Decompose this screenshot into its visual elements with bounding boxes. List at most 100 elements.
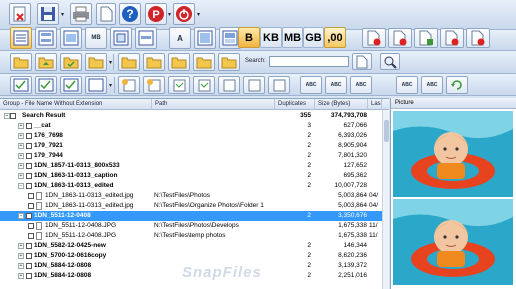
abc-invert-button[interactable]: ABC — [350, 76, 372, 94]
select-newest-button[interactable] — [35, 76, 57, 94]
group-row[interactable]: +1DN_5700-12-0616copy 2 8,620,236 — [0, 251, 382, 261]
row-checkbox[interactable] — [26, 273, 32, 279]
group-row[interactable]: − 1DN_5511-12-0408 2 3,350,676 — [0, 211, 382, 221]
unit-decimals-button[interactable]: ,00 — [324, 27, 346, 48]
view-thumb-button[interactable] — [60, 27, 82, 49]
file-row[interactable]: 1DN_5511-12-0408.JPG N:\TestFiles\temp ph… — [0, 231, 382, 241]
row-checkbox[interactable] — [26, 133, 32, 139]
expand-icon[interactable]: + — [18, 253, 24, 259]
group-row[interactable]: +1DN_1857-11-0313_800x533 2 127,652 — [0, 161, 382, 171]
row-checkbox[interactable] — [28, 203, 34, 209]
col-header-path[interactable]: Path — [152, 99, 275, 110]
collapse-icon[interactable]: − — [18, 183, 24, 189]
view-list-button[interactable] — [35, 27, 57, 49]
group-row[interactable]: +179_7944 2 7,801,320 — [0, 151, 382, 161]
folder-remove-button[interactable] — [193, 53, 215, 71]
view-grid-button[interactable] — [110, 27, 132, 49]
folder-add-button[interactable] — [118, 53, 140, 71]
folder-add-sub-button[interactable] — [143, 53, 165, 71]
save-button[interactable] — [37, 3, 59, 25]
unit-bytes-button[interactable]: B — [238, 27, 260, 48]
select-dropdown-arrow[interactable]: ▾ — [109, 82, 112, 89]
select-folder-button[interactable] — [193, 76, 215, 94]
row-checkbox[interactable] — [26, 213, 32, 219]
row-checkbox[interactable] — [26, 263, 32, 269]
select-small-button[interactable] — [168, 76, 190, 94]
expand-icon[interactable]: + — [18, 163, 24, 169]
unit-mb-button[interactable]: MB — [282, 27, 303, 48]
view-details-button[interactable] — [10, 27, 32, 49]
save-dropdown-arrow[interactable]: ▾ — [61, 11, 64, 18]
col-header-last[interactable]: Las — [368, 99, 382, 110]
folder-scan-button[interactable] — [168, 53, 190, 71]
delete-empty-button[interactable] — [466, 28, 490, 48]
select-oldest-button[interactable] — [60, 76, 82, 94]
select-options-button[interactable] — [85, 76, 107, 94]
unit-gb-button[interactable]: GB — [303, 27, 324, 48]
row-checkbox[interactable] — [10, 113, 16, 119]
row-checkbox[interactable] — [28, 233, 34, 239]
expand-icon[interactable]: + — [18, 123, 24, 129]
row-checkbox[interactable] — [28, 223, 34, 229]
group-row[interactable]: − 1DN_1863-11-0313_edited 2 10,007,728 — [0, 181, 382, 191]
folder-compare-button[interactable] — [218, 53, 240, 71]
size-mb-button[interactable]: MB — [85, 27, 107, 49]
view-panel-button[interactable] — [194, 27, 216, 49]
select-name-button[interactable] — [243, 76, 265, 94]
power-button[interactable] — [173, 3, 195, 25]
group-row[interactable]: + __cat 3 627,066 — [0, 121, 382, 131]
row-checkbox[interactable] — [26, 243, 32, 249]
file-row[interactable]: 1DN_1863-11-0313_edited.jpg N:\TestFiles\… — [0, 201, 382, 211]
expand-icon[interactable]: + — [18, 273, 24, 279]
group-row[interactable]: +179_7921 2 8,905,904 — [0, 141, 382, 151]
scroll-thumb[interactable] — [384, 120, 389, 142]
folder-check-button[interactable] — [60, 53, 82, 71]
pinterest-button[interactable]: P — [145, 3, 167, 25]
select-new-button[interactable] — [118, 76, 140, 94]
vertical-scrollbar[interactable] — [382, 110, 389, 289]
row-checkbox[interactable] — [26, 253, 32, 259]
view-compare-button[interactable] — [135, 27, 157, 49]
delete-file-button[interactable] — [362, 28, 386, 48]
find-button[interactable] — [380, 53, 400, 70]
exit-button[interactable] — [9, 3, 31, 25]
file-row[interactable]: 1DN_1863-11-0313_edited.jpg N:\TestFiles\… — [0, 191, 382, 201]
select-ext-button[interactable] — [268, 76, 290, 94]
row-checkbox[interactable] — [26, 153, 32, 159]
row-checkbox[interactable] — [26, 123, 32, 129]
root-row[interactable]: − Search Result 355 374,793,708 — [0, 111, 382, 121]
document-button[interactable] — [96, 3, 116, 25]
search-input[interactable] — [269, 56, 349, 67]
expand-icon[interactable]: + — [18, 173, 24, 179]
expand-icon[interactable]: + — [18, 153, 24, 159]
select-large-button[interactable] — [143, 76, 165, 94]
row-checkbox[interactable] — [28, 193, 34, 199]
group-row[interactable]: +176_7698 2 6,393,026 — [0, 131, 382, 141]
col-header-size[interactable]: Size (Bytes) — [315, 99, 368, 110]
select-all-button[interactable] — [10, 76, 32, 94]
file-row[interactable]: 1DN_5511-12-0408.JPG N:\TestFiles\Photos\… — [0, 221, 382, 231]
select-path-button[interactable] — [218, 76, 240, 94]
expand-icon[interactable]: + — [18, 243, 24, 249]
abc-clear-button[interactable]: ABC — [421, 76, 443, 94]
folder-dropdown-arrow[interactable]: ▾ — [109, 59, 112, 66]
folder-options-button[interactable] — [85, 53, 107, 71]
col-header-duplicates[interactable]: Duplicates — [275, 99, 315, 110]
folder-up-button[interactable] — [35, 53, 57, 71]
move-checked-button[interactable] — [414, 28, 438, 48]
row-checkbox[interactable] — [26, 173, 32, 179]
abc-filter-button[interactable]: ABC — [396, 76, 418, 94]
pinterest-dropdown-arrow[interactable]: ▾ — [168, 11, 171, 18]
expand-icon[interactable]: + — [18, 263, 24, 269]
power-dropdown-arrow[interactable]: ▾ — [197, 11, 200, 18]
unit-kb-button[interactable]: KB — [260, 27, 282, 48]
delete-checked-button[interactable] — [388, 28, 412, 48]
print-button[interactable] — [70, 3, 92, 25]
expand-icon[interactable]: + — [18, 143, 24, 149]
help-button[interactable]: ? — [119, 3, 141, 25]
row-checkbox[interactable] — [26, 163, 32, 169]
delete-all-button[interactable] — [440, 28, 464, 48]
group-row[interactable]: +1DN_5582-12-0425-new 2 146,344 — [0, 241, 382, 251]
abc-select-button[interactable]: ABC — [300, 76, 322, 94]
expand-icon[interactable]: + — [18, 133, 24, 139]
